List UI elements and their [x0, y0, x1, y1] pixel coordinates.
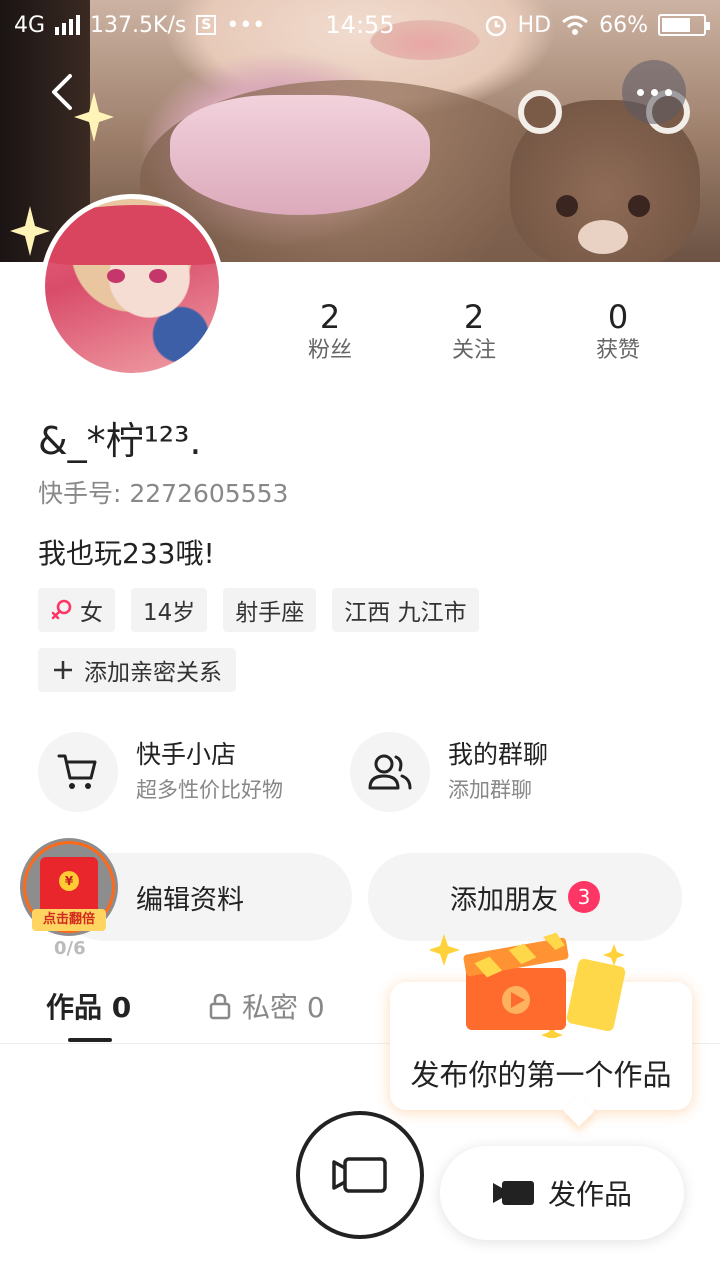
- video-camera-icon: [332, 1157, 387, 1193]
- tag-gender-label: 女: [80, 600, 103, 626]
- stat-likes[interactable]: 0 获赞: [546, 298, 690, 366]
- cover-collar-region: [170, 95, 430, 215]
- shop-title: 快手小店: [136, 740, 237, 769]
- camera-shoot-button[interactable]: [296, 1111, 424, 1239]
- tag-location: 江西 九江市: [332, 588, 479, 632]
- signal-icon: [55, 15, 81, 35]
- tag-zodiac-label: 射手座: [235, 600, 305, 626]
- tab-works-label: 作品 0: [46, 991, 132, 1024]
- shop-entry[interactable]: 快手小店 超多性价比好物: [38, 732, 283, 812]
- status-bar: 4G 137.5K/s S ••• 14:55 HD 66%: [0, 0, 720, 50]
- bear-snout: [578, 220, 628, 254]
- stat-label: 关注: [451, 338, 496, 363]
- group-icon-circle: [350, 732, 430, 812]
- dot: [650, 88, 658, 96]
- lock-icon: [209, 993, 231, 1020]
- red-packet-progress: 0/6: [54, 938, 86, 959]
- sparkle-icon: [10, 206, 50, 256]
- notification-s-icon: S: [196, 15, 217, 35]
- cover-bear-toy: [510, 90, 700, 262]
- add-friends-label: 添加朋友: [450, 884, 558, 916]
- tag-zodiac: 射手座: [223, 588, 317, 632]
- notification-badge: 3: [568, 881, 600, 913]
- hd-indicator: HD: [517, 12, 552, 38]
- chevron-left-icon: [52, 74, 72, 110]
- stat-label: 获赞: [595, 338, 640, 363]
- stat-followers[interactable]: 2 粉丝: [258, 298, 402, 366]
- wifi-icon: [562, 15, 589, 35]
- group-subtitle: 添加群聊: [448, 778, 532, 802]
- network-type: 4G: [14, 12, 46, 38]
- battery-percent: 66%: [599, 12, 648, 38]
- plus-icon: [54, 661, 72, 679]
- publish-label: 发作品: [547, 1178, 632, 1211]
- battery-icon: [658, 14, 710, 36]
- clapperboard-illustration-icon: [430, 932, 626, 1038]
- more-options-button[interactable]: [622, 60, 686, 124]
- video-camera-icon: [492, 1181, 534, 1205]
- tab-private[interactable]: 私密 0: [208, 986, 325, 1026]
- back-button[interactable]: [44, 68, 80, 116]
- tag-gender: 女: [38, 588, 115, 632]
- shop-icon-circle: [38, 732, 118, 812]
- avatar-eye: [149, 269, 167, 283]
- tooltip-text: 发布你的第一个作品: [410, 1058, 672, 1092]
- sparkle-icon: [74, 92, 114, 142]
- profile-stats: 2 粉丝 2 关注 0 获赞: [258, 298, 690, 366]
- avatar-hat: [45, 205, 219, 265]
- username: &_*柠¹²³.: [38, 419, 202, 463]
- tag-age-label: 14岁: [143, 600, 196, 626]
- add-relation-button[interactable]: 添加亲密关系: [38, 648, 236, 692]
- red-envelope-icon: ¥ 点击翻倍: [32, 857, 106, 931]
- dot: [636, 88, 644, 96]
- group-title: 我的群聊: [448, 740, 549, 769]
- more-notifications: •••: [226, 12, 266, 38]
- publish-button[interactable]: 发作品: [440, 1146, 684, 1240]
- group-chat-entry[interactable]: 我的群聊 添加群聊: [350, 732, 548, 812]
- tag-age: 14岁: [131, 588, 208, 632]
- female-icon: [51, 599, 72, 620]
- network-speed: 137.5K/s: [90, 12, 187, 38]
- avatar[interactable]: [40, 194, 224, 378]
- red-packet-widget[interactable]: ¥ 点击翻倍: [20, 838, 118, 936]
- avatar-eye: [107, 269, 125, 283]
- stat-value: 0: [607, 298, 629, 336]
- alarm-icon: [485, 15, 506, 37]
- user-id[interactable]: 快手号: 2272605553: [38, 474, 288, 510]
- stat-value: 2: [463, 298, 485, 336]
- coin-icon: ¥: [59, 871, 79, 891]
- dot: [664, 88, 672, 96]
- tag-location-label: 江西 九江市: [344, 600, 467, 626]
- tab-works[interactable]: 作品 0: [46, 986, 132, 1042]
- add-relation-label: 添加亲密关系: [84, 660, 222, 686]
- edit-profile-label: 编辑资料: [136, 884, 244, 916]
- shop-subtitle: 超多性价比好物: [136, 778, 283, 802]
- stat-following[interactable]: 2 关注: [402, 298, 546, 366]
- profile-tags: 女 14岁 射手座 江西 九江市: [38, 588, 479, 632]
- bio: 我也玩233哦!: [38, 537, 215, 570]
- bear-ear: [518, 90, 562, 134]
- red-packet-label: 点击翻倍: [32, 909, 106, 931]
- active-tab-indicator: [68, 1038, 112, 1042]
- cart-icon: [57, 754, 97, 789]
- stat-value: 2: [319, 298, 341, 336]
- bear-eye: [628, 195, 650, 217]
- stat-label: 粉丝: [307, 338, 352, 363]
- tab-private-label: 私密 0: [242, 991, 325, 1024]
- bear-eye: [556, 195, 578, 217]
- group-users-icon: [368, 754, 412, 790]
